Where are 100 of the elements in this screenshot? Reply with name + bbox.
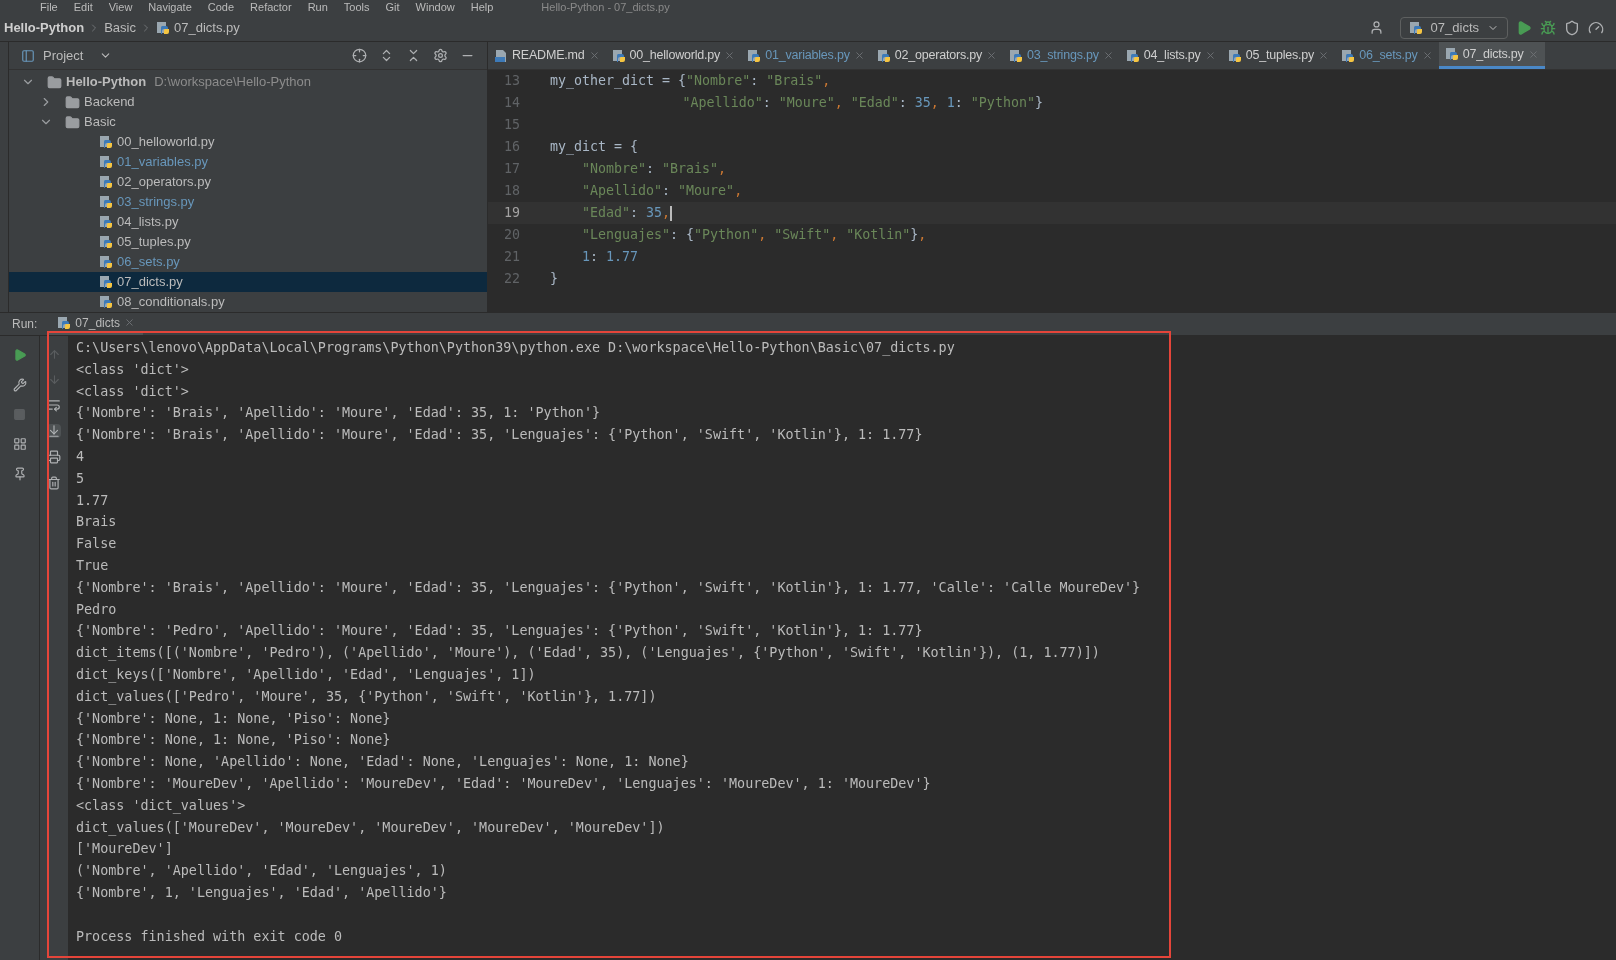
python-file-icon	[99, 235, 113, 249]
menu-item[interactable]: Help	[470, 1, 494, 13]
editor-tab[interactable]: 03_strings.py	[1003, 42, 1120, 69]
tree-file-row[interactable]: 05_tuples.py	[9, 232, 487, 252]
coverage-icon[interactable]	[1564, 19, 1580, 36]
close-icon[interactable]	[853, 50, 865, 61]
console-line: dict_keys(['Nombre', 'Apellido', 'Edad', 'Lenguajes', 1])	[76, 665, 536, 685]
editor-tab[interactable]: 04_lists.py	[1119, 42, 1222, 69]
run-config-dropdown[interactable]: 07_dicts	[1399, 16, 1508, 39]
python-file-icon	[876, 48, 891, 63]
close-icon[interactable]	[1318, 50, 1330, 61]
markdown-file-icon	[494, 48, 508, 63]
console-line: {'Nombre': 'Pedro', 'Apellido': 'Moure', 'Edad': 35, 'Lenguajes': {'Python', 'Swift', 'Kotlin'}, 1: 1.77}	[76, 622, 923, 641]
menu-item[interactable]: Git	[385, 1, 400, 13]
python-file-icon	[1227, 48, 1242, 63]
menu-item[interactable]: Run	[307, 1, 328, 13]
editor-tab[interactable]: 01_variables.py	[741, 42, 871, 69]
editor-tab[interactable]: 00_helloworld.py	[605, 42, 742, 69]
code-line: my_other_dict = {"Nombre": "Brais",	[550, 72, 831, 91]
panel-title[interactable]: Project	[43, 45, 84, 66]
console-line: 4	[76, 448, 85, 466]
line-number: 17	[503, 160, 521, 179]
python-file-icon	[99, 255, 113, 269]
console-line: ['MoureDev']	[76, 840, 173, 859]
close-icon[interactable]	[724, 50, 736, 61]
python-file-icon	[1341, 48, 1356, 63]
trash-icon[interactable]	[47, 476, 61, 490]
tree-folder-row[interactable]: Backend	[9, 92, 487, 112]
folder-icon	[65, 114, 80, 130]
editor-tab[interactable]: 06_sets.py	[1335, 42, 1439, 69]
code-line: 1: 1.77	[582, 248, 639, 267]
console-line: Brais	[76, 513, 117, 532]
down-arrow-icon[interactable]	[47, 373, 61, 386]
code-line: }	[550, 270, 558, 289]
wrench-icon[interactable]	[12, 378, 27, 392]
close-icon[interactable]	[588, 50, 600, 61]
menu-item[interactable]: Navigate	[148, 1, 192, 13]
menu-item[interactable]: Refactor	[250, 1, 292, 13]
debug-icon[interactable]	[1540, 19, 1556, 36]
python-file-icon	[99, 135, 113, 149]
menu-item[interactable]: Tools	[343, 1, 370, 13]
console-line: True	[76, 556, 109, 575]
menu-item[interactable]: File	[40, 1, 58, 13]
layout-icon[interactable]	[12, 437, 27, 451]
python-file-icon	[1408, 20, 1423, 35]
console-line: 1.77	[76, 491, 109, 510]
console-line: {'Nombre': 'MoureDev', 'Apellido': 'MoureDev', 'Edad': 'MoureDev', 'Lenguajes': 'MoureDev', 1: 'MoureDev'}	[76, 774, 931, 793]
console-line: C:\Users\lenovo\AppData\Local\Programs\Python\Python39\python.exe D:\workspace\Hello-Python\Basic\07_dicts.py	[76, 339, 955, 358]
console-line: {'Nombre': 'Brais', 'Apellido': 'Moure', 'Edad': 35, 'Lenguajes': {'Python', 'Swift', 'Kotlin'}, 1: 1.77, 'Calle': 'Calle MoureDev'}	[76, 578, 1141, 597]
print-icon[interactable]	[47, 450, 61, 464]
settings-icon[interactable]	[433, 48, 448, 63]
close-icon[interactable]	[124, 317, 136, 328]
code-line: my_dict = {	[550, 138, 639, 157]
editor-tab[interactable]: 05_tuples.py	[1221, 42, 1336, 69]
console-line: {'Nombre': None, 'Apellido': None, 'Edad': None, 'Lenguajes': None, 1: None}	[76, 753, 689, 772]
menu-item[interactable]: View	[108, 1, 133, 13]
editor-tab[interactable]: 02_operators.py	[870, 42, 1004, 69]
profile-icon[interactable]	[1588, 19, 1604, 36]
editor-tab[interactable]: README.md	[488, 42, 606, 69]
editor-tab[interactable]: 07_dicts.py	[1438, 42, 1545, 69]
run-icon[interactable]	[1516, 19, 1532, 36]
close-icon[interactable]	[1421, 50, 1433, 61]
up-arrow-icon[interactable]	[47, 348, 61, 361]
close-icon[interactable]	[986, 50, 998, 61]
python-file-icon	[99, 175, 113, 189]
tree-file-row[interactable]: 07_dicts.py	[9, 272, 487, 292]
console-line: <class 'dict_values'>	[76, 796, 246, 816]
console-line: <class 'dict'>	[76, 382, 189, 401]
console-line: <class 'dict'>	[76, 360, 189, 379]
tree-file-row[interactable]: 03_strings.py	[9, 192, 487, 212]
menu-item[interactable]: Code	[207, 1, 235, 13]
tree-file-row[interactable]: 00_helloworld.py	[9, 132, 487, 152]
run-label: Run:	[12, 316, 38, 333]
tree-file-row[interactable]: 02_operators.py	[9, 172, 487, 192]
code-line: "Edad": 35,	[582, 204, 673, 223]
console-line: {'Nombre': None, 1: None, 'Piso': None}	[76, 731, 391, 750]
tree-file-row[interactable]: 01_variables.py	[9, 152, 487, 172]
locate-icon[interactable]	[352, 48, 367, 63]
code-line: "Nombre": "Brais",	[582, 160, 727, 179]
breadcrumb[interactable]: 07_dicts.py	[173, 17, 240, 38]
python-file-icon	[99, 195, 113, 209]
pin-icon[interactable]	[12, 467, 27, 481]
tree-folder-row[interactable]: Basic	[9, 112, 487, 132]
console-line: dict_values(['MoureDev', 'MoureDev', 'MoureDev', 'MoureDev', 'MoureDev'])	[76, 818, 665, 838]
tree-folder-row[interactable]: Hello-Python D:\workspace\Hello-Python	[9, 72, 487, 92]
line-number: 16	[503, 138, 521, 157]
tree-file-row[interactable]: 04_lists.py	[9, 212, 487, 232]
python-file-icon	[99, 215, 113, 229]
rerun-icon[interactable]	[12, 348, 27, 362]
menu-item[interactable]: Window	[415, 1, 455, 13]
tree-file-row[interactable]: 06_sets.py	[9, 252, 487, 272]
breadcrumb[interactable]: Hello-Python	[4, 17, 85, 38]
close-icon[interactable]	[1102, 50, 1114, 61]
soft-wrap-icon[interactable]	[47, 398, 61, 412]
breadcrumb[interactable]: Basic	[104, 17, 136, 38]
folder-icon	[65, 94, 80, 110]
tree-file-row[interactable]: 08_conditionals.py	[9, 292, 487, 312]
close-icon[interactable]	[1204, 50, 1216, 61]
user-icon[interactable]	[1368, 20, 1384, 35]
menu-item[interactable]: Edit	[73, 1, 93, 13]
